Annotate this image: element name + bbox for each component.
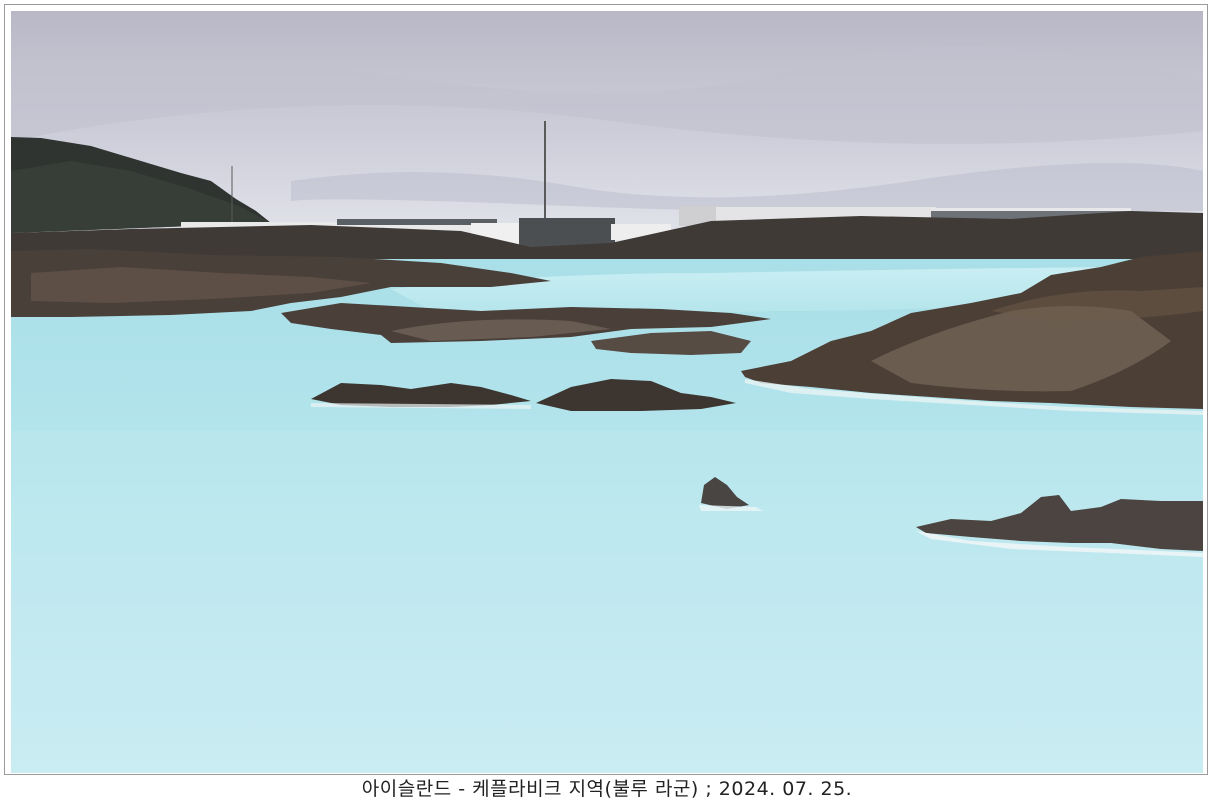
building xyxy=(519,218,615,248)
steam-haze xyxy=(11,431,1203,773)
photo-caption: 아이슬란드 - 케플라비크 지역(불루 라군) ; 2024. 07. 25. xyxy=(361,778,853,800)
building xyxy=(931,208,1131,211)
lagoon-photo xyxy=(11,11,1203,773)
